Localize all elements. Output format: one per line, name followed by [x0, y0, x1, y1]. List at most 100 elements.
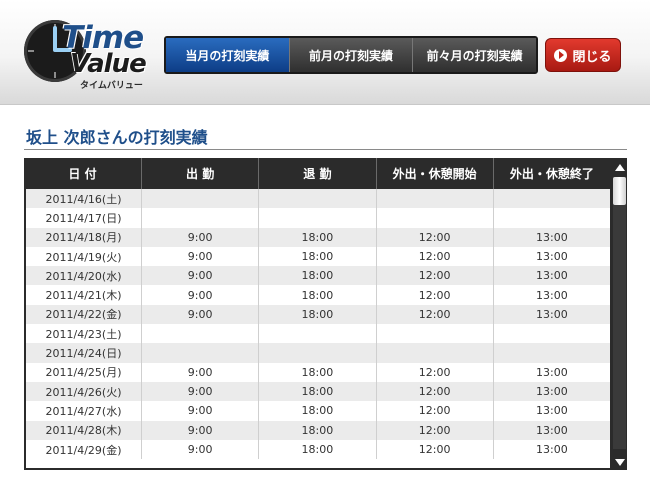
cell-date: 2011/4/16(土) [45, 192, 122, 206]
cell-clock-in: 9:00 [141, 227, 258, 247]
cell-clock-out: 18:00 [258, 266, 375, 286]
cell-break-start: 12:00 [375, 246, 493, 267]
table-row: 2011/4/19(火) 9:00 18:00 12:00 13:00 [26, 246, 610, 267]
cell-clock-in: 9:00 [141, 246, 258, 267]
cell-clock-in: 9:00 [141, 362, 258, 382]
cell-date: 2011/4/29(金) [45, 443, 122, 457]
cell-break-end: 13:00 [492, 401, 610, 421]
cell-break-end: 13:00 [492, 420, 610, 440]
cell-date: 2011/4/25(月) [45, 366, 122, 380]
table-row: 2011/4/21(木) 9:00 18:00 12:00 13:00 [26, 285, 610, 305]
cell-break-start: 12:00 [375, 381, 493, 402]
cell-break-end [492, 208, 610, 228]
cell-date: 2011/4/19(火) [45, 250, 122, 264]
logo-subtitle: タイムバリュー [80, 81, 143, 91]
cell-break-start [375, 208, 493, 228]
cell-clock-in [141, 324, 258, 344]
cell-break-start [375, 324, 493, 344]
tab-two-months-ago[interactable]: 前々月の打刻実績 [412, 38, 537, 72]
cell-break-end: 13:00 [492, 246, 610, 267]
cell-clock-out [258, 189, 375, 209]
cell-clock-in: 9:00 [141, 266, 258, 286]
cell-break-end: 13:00 [492, 227, 610, 247]
cell-clock-in: 9:00 [141, 304, 258, 325]
close-button[interactable]: 閉じる [545, 38, 621, 72]
cell-date: 2011/4/27(水) [45, 404, 122, 418]
table-header: 日 付 出 勤 退 勤 外出・休憩開始 外出・休憩終了 [24, 158, 610, 189]
table-row: 2011/4/27(水) 9:00 18:00 12:00 13:00 [26, 401, 610, 421]
table-body: 2011/4/16(土) 2011/4/17(日) 2011/4/18(月) 9:00… [26, 189, 610, 468]
tab-previous-month[interactable]: 前月の打刻実績 [288, 38, 413, 72]
cell-clock-out: 18:00 [258, 439, 375, 460]
column-header-date: 日 付 [68, 167, 97, 181]
cell-date: 2011/4/18(月) [45, 231, 122, 245]
table-row: 2011/4/22(金) 9:00 18:00 12:00 13:00 [26, 304, 610, 325]
cell-break-end: 13:00 [492, 381, 610, 402]
cell-clock-out: 18:00 [258, 227, 375, 247]
cell-break-start [375, 343, 493, 363]
cell-break-end [492, 189, 610, 209]
table-scrollbar[interactable] [612, 158, 627, 470]
scrollbar-thumb[interactable] [613, 177, 626, 205]
cell-date: 2011/4/21(木) [45, 289, 122, 303]
page-title: 坂上 次郎さんの打刻実績 [26, 128, 208, 147]
cell-clock-in: 9:00 [141, 401, 258, 421]
cell-break-start [375, 189, 493, 209]
cell-clock-in [141, 189, 258, 209]
cell-date: 2011/4/17(日) [45, 211, 122, 225]
cell-date: 2011/4/20(水) [45, 269, 122, 283]
column-header-break-end: 外出・休憩終了 [492, 158, 610, 189]
table-row: 2011/4/17(日) [26, 208, 610, 228]
cell-break-start: 12:00 [375, 266, 493, 286]
cell-date: 2011/4/22(金) [45, 308, 122, 322]
table-row: 2011/4/18(月) 9:00 18:00 12:00 13:00 [26, 227, 610, 247]
column-header-clock-in: 出 勤 [141, 158, 258, 189]
logo-word-value: Value [70, 49, 147, 79]
cell-clock-out: 18:00 [258, 246, 375, 267]
table-row: 2011/4/28(木) 9:00 18:00 12:00 13:00 [26, 420, 610, 440]
cell-clock-out: 18:00 [258, 381, 375, 402]
column-header-break-start: 外出・休憩開始 [375, 158, 493, 189]
cell-clock-out: 18:00 [258, 362, 375, 382]
cell-break-start: 12:00 [375, 439, 493, 460]
title-divider [24, 149, 627, 150]
cell-date: 2011/4/24(日) [45, 347, 122, 361]
cell-clock-in: 9:00 [141, 420, 258, 440]
cell-break-start: 12:00 [375, 362, 493, 382]
cell-break-start: 12:00 [375, 285, 493, 305]
table-row: 2011/4/20(水) 9:00 18:00 12:00 13:00 [26, 266, 610, 286]
cell-clock-in: 9:00 [141, 439, 258, 460]
scroll-down-icon[interactable] [615, 459, 625, 466]
cell-clock-out [258, 324, 375, 344]
column-header-clock-out: 退 勤 [258, 158, 375, 189]
cell-clock-in [141, 343, 258, 363]
table-row: 2011/4/25(月) 9:00 18:00 12:00 13:00 [26, 362, 610, 382]
cell-clock-out: 18:00 [258, 304, 375, 325]
tab-current-month[interactable]: 当月の打刻実績 [166, 38, 289, 72]
cell-date: 2011/4/23(土) [45, 327, 122, 341]
cell-break-end: 13:00 [492, 362, 610, 382]
cell-clock-out: 18:00 [258, 285, 375, 305]
cell-clock-out [258, 343, 375, 363]
cell-break-start: 12:00 [375, 420, 493, 440]
cell-break-end [492, 324, 610, 344]
cell-date: 2011/4/26(火) [45, 385, 122, 399]
table-row: 2011/4/23(土) [26, 324, 610, 344]
attendance-table: 日 付 出 勤 退 勤 外出・休憩開始 外出・休憩終了 2011/4/16(土)… [24, 158, 627, 470]
table-row: 2011/4/26(火) 9:00 18:00 12:00 13:00 [26, 381, 610, 402]
cell-break-end: 13:00 [492, 439, 610, 460]
play-circle-icon [554, 48, 568, 62]
scrollbar-track[interactable] [613, 177, 626, 449]
cell-clock-in: 9:00 [141, 381, 258, 402]
cell-break-start: 12:00 [375, 304, 493, 325]
table-row: 2011/4/16(土) [26, 189, 610, 209]
table-row: 2011/4/29(金) 9:00 18:00 12:00 13:00 [26, 439, 610, 460]
scroll-up-icon[interactable] [615, 164, 625, 171]
close-button-label: 閉じる [572, 49, 612, 65]
cell-break-start: 12:00 [375, 227, 493, 247]
cell-break-end: 13:00 [492, 266, 610, 286]
month-tabs: 当月の打刻実績 前月の打刻実績 前々月の打刻実績 [164, 36, 538, 74]
cell-clock-out: 18:00 [258, 420, 375, 440]
cell-break-start: 12:00 [375, 401, 493, 421]
app-header: Time Value タイムバリュー 当月の打刻実績 前月の打刻実績 前々月の打… [0, 0, 650, 105]
